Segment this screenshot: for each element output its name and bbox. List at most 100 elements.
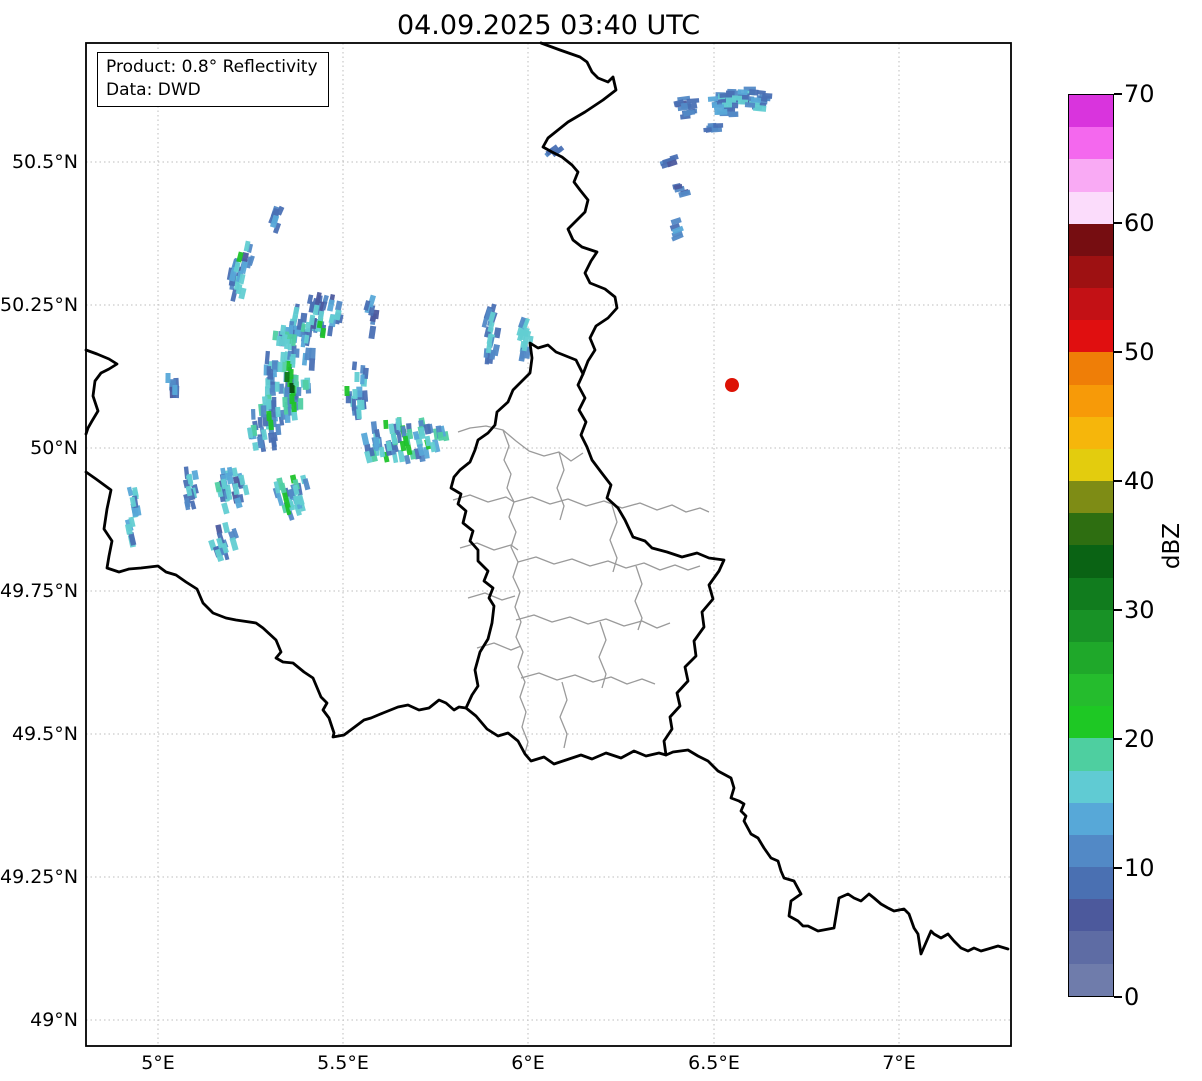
colorbar-tick-label: 50 [1124, 338, 1155, 366]
colorbar-tick-mark [1114, 738, 1122, 740]
product-label: Product: 0.8° Reflectivity [106, 57, 318, 77]
canton-border [556, 451, 565, 521]
country-border [539, 41, 619, 376]
colorbar-band [1069, 867, 1113, 900]
radar-echo-cell [713, 104, 725, 110]
radar-echo-cell [172, 384, 178, 396]
colorbar-band [1069, 416, 1113, 449]
radar-echo-cell [268, 419, 274, 431]
product-info-box: Product: 0.8° Reflectivity Data: DWD [97, 52, 329, 107]
x-tick-label: 7°E [882, 1052, 916, 1074]
colorbar-band [1069, 191, 1113, 224]
radar-echo-cell [296, 386, 302, 397]
radar-echo-cell [359, 399, 365, 411]
canton-border [598, 621, 607, 689]
colorbar-band [1069, 352, 1113, 385]
radar-echo-cell [351, 361, 358, 371]
colorbar-band [1069, 706, 1113, 739]
radar-echo-cell [713, 123, 724, 128]
radar-echo-cell [360, 374, 365, 385]
canton-border [515, 614, 671, 629]
radar-echo-cell [284, 371, 290, 383]
canton-border [517, 556, 701, 571]
radar-echo-cell [297, 398, 304, 410]
radar-map [84, 41, 1012, 1047]
colorbar-band [1069, 802, 1113, 835]
colorbar [1068, 94, 1114, 997]
colorbar-band [1069, 513, 1113, 546]
radar-echo-cell [360, 432, 370, 446]
radar-echo-cell [266, 410, 272, 422]
colorbar-tick-mark [1114, 996, 1122, 998]
colorbar-tick-mark [1114, 480, 1122, 482]
radar-echo-cell [266, 398, 272, 410]
x-tick-label: 6.5°E [688, 1052, 740, 1074]
radar-echo-cell [352, 388, 358, 400]
radar-echo-cell [368, 325, 377, 340]
radar-echo-cell [404, 454, 411, 465]
radar-echo-cell [284, 386, 290, 398]
radar-echo-cell [257, 416, 263, 429]
radar-echo-cell [335, 300, 343, 311]
colorbar-band [1069, 448, 1113, 482]
colorbar-tick-label: 10 [1124, 854, 1155, 882]
radar-echo-cell [752, 104, 767, 112]
colorbar-band [1069, 674, 1113, 707]
canton-border [502, 429, 529, 754]
country-border [449, 341, 726, 766]
radar-echo-cell [714, 108, 728, 116]
y-tick-label: 49.5°N [11, 723, 78, 745]
radar-echo-cell [165, 372, 171, 384]
radar-echo-cell [242, 484, 250, 496]
colorbar-band [1069, 159, 1113, 192]
y-tick-label: 50°N [30, 437, 78, 459]
country-border [664, 748, 1010, 956]
radar-echo-cell [351, 398, 356, 411]
radar-echo-cell [354, 371, 360, 383]
canton-border [559, 681, 568, 749]
x-tick-label: 6°E [511, 1052, 545, 1074]
radar-echo-cell [686, 98, 700, 104]
radar-echo-cell [229, 536, 239, 551]
country-border [84, 348, 119, 436]
colorbar-tick-label: 20 [1124, 725, 1155, 753]
colorbar-tick-label: 60 [1124, 209, 1155, 237]
radar-echo-cell [275, 423, 282, 436]
data-source-label: Data: DWD [106, 80, 201, 100]
colorbar-band [1069, 738, 1113, 771]
radar-echo-cell [327, 325, 334, 337]
radar-echo-cell [397, 449, 406, 463]
radar-echo-cell [275, 406, 281, 418]
radar-echo-cell [222, 521, 231, 534]
radar-echo-cell [737, 89, 748, 96]
colorbar-band [1069, 963, 1113, 996]
colorbar-band [1069, 255, 1113, 289]
colorbar-tick-mark [1114, 609, 1122, 611]
radar-echo-cell [271, 360, 279, 370]
radar-echo-cell [260, 405, 267, 418]
colorbar-band [1069, 545, 1113, 578]
y-tick-label: 50.25°N [0, 294, 79, 316]
radar-echo-cell [750, 97, 762, 103]
radar-echo-cell [277, 361, 283, 373]
colorbar-tick-mark [1114, 222, 1122, 224]
radar-echo-cell [356, 408, 362, 420]
colorbar-band [1069, 320, 1113, 353]
colorbar-tick-label: 30 [1124, 596, 1155, 624]
x-tick-label: 5°E [141, 1052, 175, 1074]
colorbar-band [1069, 223, 1113, 256]
colorbar-tick-mark [1114, 351, 1122, 353]
colorbar-tick-label: 40 [1124, 467, 1155, 495]
colorbar-tick-mark [1114, 93, 1122, 95]
radar-echo-cell [282, 396, 288, 408]
colorbar-tick-label: 0 [1124, 983, 1140, 1011]
y-tick-label: 49.75°N [0, 580, 79, 602]
radar-echo-cell [279, 482, 287, 494]
colorbar-band [1069, 834, 1113, 868]
radar-echo-cell [292, 306, 300, 320]
radar-echo-cell [728, 111, 738, 117]
canton-border [513, 496, 710, 513]
canton-border [459, 542, 519, 551]
radar-echo-cell [250, 408, 256, 420]
canton-border [452, 494, 515, 503]
